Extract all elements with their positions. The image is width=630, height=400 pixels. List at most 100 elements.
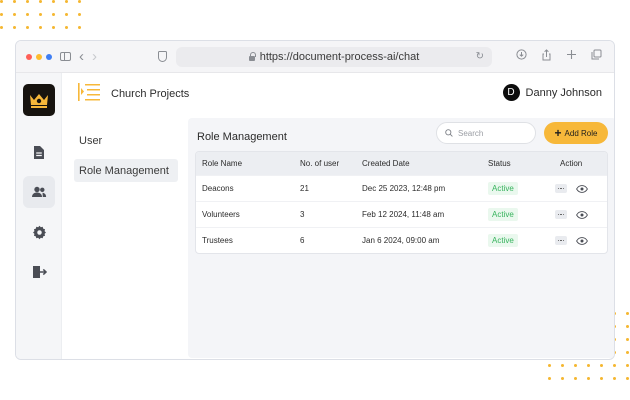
role-name: Deacons (202, 184, 234, 193)
subnav-item-user[interactable]: User (74, 129, 178, 152)
decorative-dot (613, 364, 616, 367)
decorative-dot (78, 0, 81, 3)
created-date: Jan 6 2024, 09:00 am (362, 236, 440, 245)
status-badge: Active (488, 234, 518, 247)
shield-icon[interactable] (158, 51, 167, 62)
document-icon (34, 145, 44, 159)
decorative-dot (52, 0, 55, 3)
decorative-dot (626, 377, 629, 380)
more-icon[interactable] (555, 236, 567, 245)
decorative-dot (587, 377, 590, 380)
decorative-dot (626, 312, 629, 315)
row-actions (555, 236, 607, 245)
decorative-dot (39, 26, 42, 29)
decorative-dot (13, 0, 16, 3)
add-role-button[interactable]: + Add Role (544, 122, 608, 144)
decorative-dot (600, 364, 603, 367)
user-count: 21 (300, 184, 309, 193)
table-row[interactable]: Deacons 21 Dec 25 2023, 12:48 pm Active (196, 175, 607, 201)
decorative-dot (613, 377, 616, 380)
users-icon (32, 186, 47, 197)
reload-icon[interactable]: ↻ (476, 51, 484, 62)
window-controls (26, 53, 52, 60)
project-title: Church Projects (111, 88, 190, 100)
sidebar-item-logout[interactable] (23, 256, 55, 288)
minimize-window-button[interactable] (36, 53, 42, 60)
eye-icon[interactable] (576, 210, 588, 219)
decorative-dot (574, 364, 577, 367)
table-header: Role Name No. of user Created Date Statu… (196, 152, 607, 175)
lock-icon (248, 51, 256, 61)
table-row[interactable]: Volunteers 3 Feb 12 2024, 11:48 am Activ… (196, 201, 607, 227)
column-header-role-name: Role Name (202, 159, 243, 168)
created-date: Feb 12 2024, 11:48 am (362, 210, 445, 219)
user-menu[interactable]: D Danny Johnson (502, 84, 602, 101)
row-actions (555, 210, 607, 219)
decorative-dot (52, 13, 55, 16)
more-icon[interactable] (555, 210, 567, 219)
address-bar[interactable]: https://document-process-ai/chat ↻ (176, 47, 492, 67)
search-box[interactable] (436, 122, 536, 144)
created-date: Dec 25 2023, 12:48 pm (362, 184, 446, 193)
decorative-dot (574, 377, 577, 380)
back-icon[interactable]: ‹ (79, 48, 84, 65)
subnav-item-role-management[interactable]: Role Management (74, 159, 178, 182)
sidebar-toggle-icon[interactable] (60, 52, 71, 61)
panel-title: Role Management (197, 131, 287, 143)
status-badge: Active (488, 182, 518, 195)
decorative-dot (78, 26, 81, 29)
decorative-dot (626, 351, 629, 354)
decorative-dot (26, 0, 29, 3)
maximize-window-button[interactable] (46, 53, 52, 60)
download-icon[interactable] (516, 49, 527, 60)
decorative-dot (0, 13, 3, 16)
decorative-dot (13, 26, 16, 29)
decorative-dot (626, 325, 629, 328)
sidebar-item-settings[interactable] (23, 216, 55, 248)
icon-sidebar (16, 73, 62, 359)
decorative-dot (13, 13, 16, 16)
search-icon (445, 129, 453, 137)
new-tab-icon[interactable] (566, 49, 577, 60)
browser-toolbar: ‹ › https://document-process-ai/chat ↻ (16, 41, 614, 73)
search-input[interactable] (458, 128, 528, 138)
column-header-status: Status (488, 159, 511, 168)
roles-table: Role Name No. of user Created Date Statu… (195, 151, 608, 254)
decorative-dot (548, 377, 551, 380)
share-icon[interactable] (541, 49, 552, 61)
decorative-dot (78, 13, 81, 16)
subnav-item-label: Role Management (79, 164, 169, 177)
decorative-dot (65, 13, 68, 16)
top-bar: Church Projects D Danny Johnson (62, 73, 614, 117)
sidebar-item-users[interactable] (23, 176, 55, 208)
eye-icon[interactable] (576, 236, 588, 245)
more-icon[interactable] (555, 184, 567, 193)
close-window-button[interactable] (26, 53, 32, 60)
main-content: Church Projects D Danny Johnson User Rol… (62, 73, 614, 359)
app-shell: Church Projects D Danny Johnson User Rol… (16, 73, 614, 359)
decorative-dot (626, 364, 629, 367)
decorative-dot (39, 13, 42, 16)
user-name: Danny Johnson (525, 86, 602, 99)
table-row[interactable]: Trustees 6 Jan 6 2024, 09:00 am Active (196, 227, 607, 253)
menu-toggle-icon[interactable] (78, 83, 100, 101)
eye-icon[interactable] (576, 184, 588, 193)
avatar: D (502, 84, 520, 101)
forward-icon[interactable]: › (92, 48, 97, 65)
decorative-dot (561, 364, 564, 367)
decorative-dot (0, 26, 3, 29)
logout-icon (32, 266, 47, 278)
crown-logo-icon[interactable] (23, 84, 55, 116)
column-header-users: No. of user (300, 159, 340, 168)
user-count: 6 (300, 236, 305, 245)
sidebar-item-documents[interactable] (23, 136, 55, 168)
status-badge: Active (488, 208, 518, 221)
tabs-overview-icon[interactable] (591, 49, 602, 60)
decorative-dot (626, 338, 629, 341)
plus-icon: + (554, 126, 562, 140)
decorative-dot (39, 0, 42, 3)
row-actions (555, 184, 607, 193)
role-name: Trustees (202, 236, 233, 245)
decorative-dot (548, 364, 551, 367)
browser-actions (516, 49, 602, 61)
